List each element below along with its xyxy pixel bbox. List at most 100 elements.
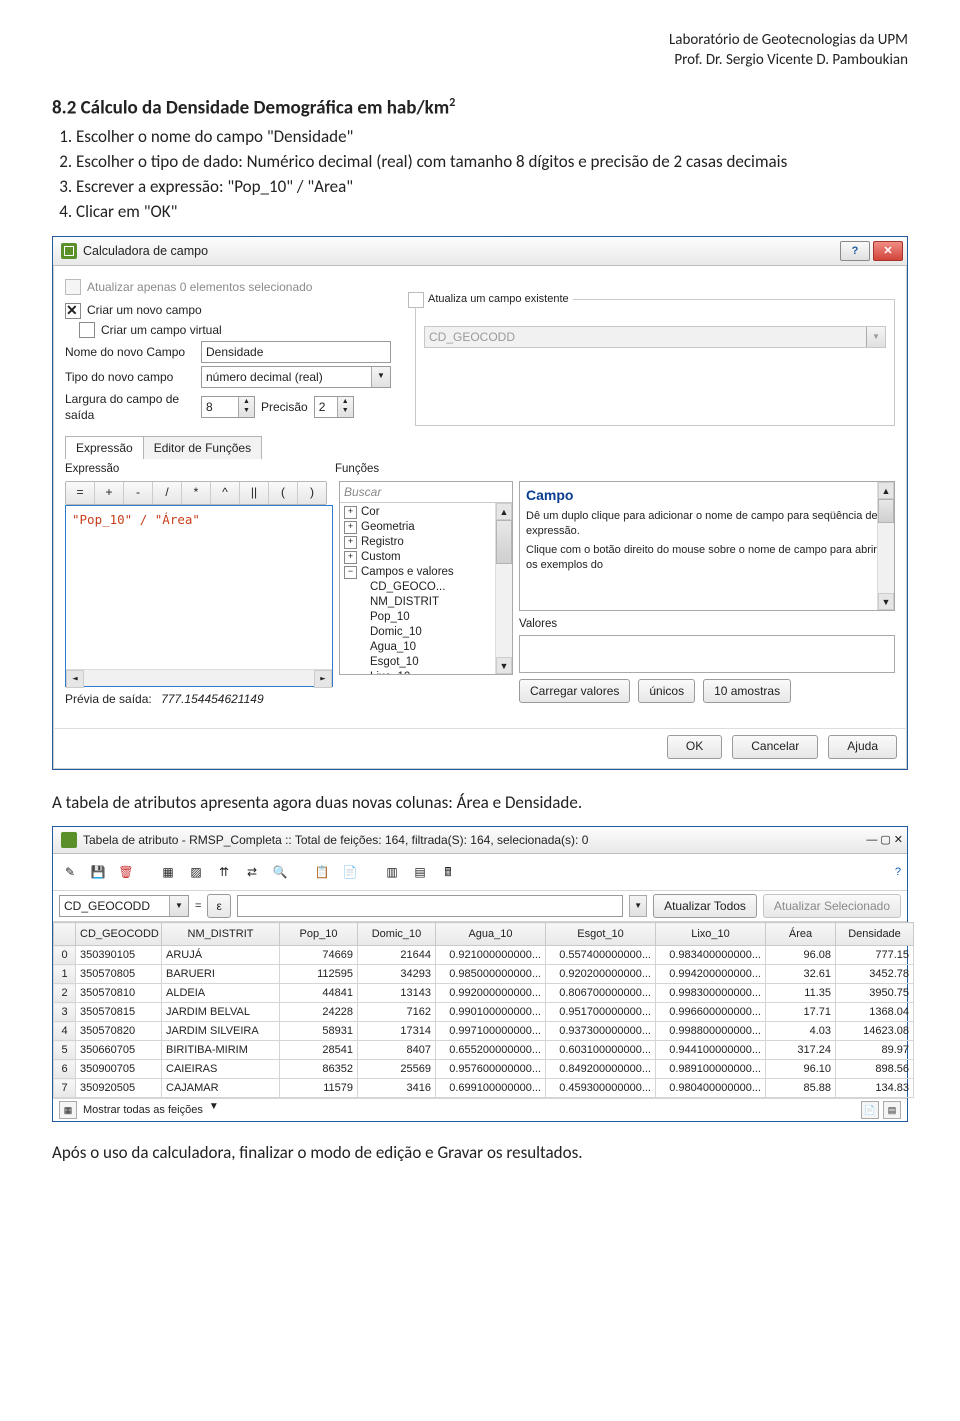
unique-values-button[interactable]: únicos	[638, 679, 695, 703]
close-button[interactable]: ✕	[873, 241, 903, 261]
show-all-features-label[interactable]: Mostrar todas as feições	[83, 1103, 203, 1118]
values-box	[519, 635, 895, 673]
op-button[interactable]: ^	[211, 482, 240, 504]
save-icon[interactable]: 💾	[87, 861, 109, 883]
filter-field-select[interactable]: CD_GEOCODD▼	[59, 895, 189, 917]
tree-leaf[interactable]: Pop_10	[342, 610, 510, 625]
cell: 25569	[358, 1060, 436, 1079]
unselect-icon[interactable]: ▨	[185, 861, 207, 883]
update-all-button[interactable]: Atualizar Todos	[653, 894, 757, 918]
equals-label: =	[195, 899, 201, 914]
ok-button[interactable]: OK	[667, 735, 722, 759]
move-top-icon[interactable]: ⇈	[213, 861, 235, 883]
output-width-spinner[interactable]: 8▲▼	[201, 396, 255, 418]
column-header[interactable]: Lixo_10	[656, 923, 766, 946]
tree-leaf[interactable]: CD_GEOCO...	[342, 580, 510, 595]
column-header[interactable]: CD_GEOCODD	[76, 923, 162, 946]
op-button[interactable]: )	[298, 482, 326, 504]
new-field-type-select[interactable]: número decimal (real)▼	[201, 366, 391, 388]
sample-values-button[interactable]: 10 amostras	[703, 679, 791, 703]
help-button[interactable]: ?	[840, 241, 870, 261]
op-button[interactable]: +	[95, 482, 124, 504]
op-button[interactable]: /	[153, 482, 182, 504]
paste-icon[interactable]: 📄	[339, 861, 361, 883]
chevron-down-icon[interactable]: ▼	[629, 895, 647, 917]
cell: 85.88	[766, 1079, 836, 1098]
table-row[interactable]: 2350570810ALDEIA44841131430.992000000000…	[54, 984, 914, 1003]
create-new-field-checkbox[interactable]	[65, 303, 81, 319]
attribute-table[interactable]: CD_GEOCODDNM_DISTRITPop_10Domic_10Agua_1…	[53, 922, 914, 1098]
cancel-button[interactable]: Cancelar	[732, 735, 818, 759]
header-line2: Prof. Dr. Sergio Vicente D. Pamboukian	[52, 50, 908, 70]
tree-group[interactable]: +Geometria	[342, 520, 510, 535]
help-link[interactable]: ?	[895, 865, 901, 880]
virtual-field-checkbox[interactable]	[79, 322, 95, 338]
tree-leaf[interactable]: Agua_10	[342, 640, 510, 655]
cell: 86352	[280, 1060, 358, 1079]
table-row[interactable]: 7350920505CAJAMAR1157934160.699100000000…	[54, 1079, 914, 1098]
op-button[interactable]: ||	[240, 482, 269, 504]
column-header[interactable]: Domic_10	[358, 923, 436, 946]
functions-subheader: Funções	[335, 461, 505, 477]
new-field-name-input[interactable]: Densidade	[201, 341, 391, 363]
table-row[interactable]: 1350570805BARUERI112595342930.9850000000…	[54, 965, 914, 984]
table-row[interactable]: 0350390105ARUJÁ74669216440.921000000000.…	[54, 946, 914, 965]
horizontal-scrollbar[interactable]: ◄►	[66, 669, 332, 686]
table-row[interactable]: 3350570815JARDIM BELVAL2422871620.990100…	[54, 1003, 914, 1022]
cell: 0.459300000000...	[546, 1079, 656, 1098]
op-button[interactable]: -	[124, 482, 153, 504]
column-header[interactable]: Densidade	[836, 923, 914, 946]
tab-expression[interactable]: Expressão	[65, 436, 144, 459]
tree-group[interactable]: +Cor	[342, 505, 510, 520]
table-row[interactable]: 6350900705CAIEIRAS86352255690.9576000000…	[54, 1060, 914, 1079]
copy-icon[interactable]: 📋	[311, 861, 333, 883]
tree-leaf[interactable]: NM_DISTRIT	[342, 595, 510, 610]
cell: 0.849200000000...	[546, 1060, 656, 1079]
calc-icon[interactable]: 🖩	[437, 861, 459, 883]
column-header[interactable]: Área	[766, 923, 836, 946]
expression-textarea[interactable]: "Pop_10" / "Área" ◄►	[65, 505, 333, 687]
tree-group[interactable]: +Custom	[342, 550, 510, 565]
cell: 11579	[280, 1079, 358, 1098]
tree-leaf[interactable]: Lixo_10	[342, 670, 510, 674]
op-button[interactable]: *	[182, 482, 211, 504]
select-icon[interactable]: ▦	[157, 861, 179, 883]
tab-function-editor[interactable]: Editor de Funções	[143, 436, 262, 459]
cell: 17314	[358, 1022, 436, 1041]
zoom-icon[interactable]: 🔍	[269, 861, 291, 883]
close-button[interactable]: ✕	[894, 833, 903, 848]
minimize-button[interactable]: —	[866, 833, 877, 848]
vertical-scrollbar[interactable]: ▲▼	[495, 503, 512, 674]
table-row[interactable]: 4350570820JARDIM SILVEIRA58931173140.997…	[54, 1022, 914, 1041]
expression-builder-button[interactable]: ε	[207, 894, 230, 918]
filter-icon[interactable]: ▦	[59, 1101, 77, 1119]
functions-tree[interactable]: Buscar +Cor+Geometria+Registro+Custom−Ca…	[339, 481, 513, 675]
tree-group[interactable]: −Campos e valores	[342, 565, 510, 580]
load-values-button[interactable]: Carregar valores	[519, 679, 630, 703]
tree-leaf[interactable]: Esgot_10	[342, 655, 510, 670]
new-col-icon[interactable]: ▤	[409, 861, 431, 883]
invert-icon[interactable]: ⇄	[241, 861, 263, 883]
op-button[interactable]: (	[269, 482, 298, 504]
column-header[interactable]: Esgot_10	[546, 923, 656, 946]
plus-icon: +	[344, 506, 357, 519]
delete-col-icon[interactable]: ▥	[381, 861, 403, 883]
table-row[interactable]: 5350660705BIRITIBA-MIRIM2854184070.65520…	[54, 1041, 914, 1060]
cell: 0.806700000000...	[546, 984, 656, 1003]
tree-leaf[interactable]: Domic_10	[342, 625, 510, 640]
edit-icon[interactable]: ✎	[59, 861, 81, 883]
help-button[interactable]: Ajuda	[828, 735, 897, 759]
column-header[interactable]: Agua_10	[436, 923, 546, 946]
tree-group[interactable]: +Registro	[342, 535, 510, 550]
op-button[interactable]: =	[66, 482, 95, 504]
table-view-icon[interactable]: ▤	[883, 1101, 901, 1119]
column-header[interactable]	[54, 923, 76, 946]
delete-icon[interactable]: 🗑	[115, 861, 137, 883]
maximize-button[interactable]: ▢	[880, 833, 890, 848]
filter-expression-input[interactable]	[237, 895, 623, 917]
form-view-icon[interactable]: 📄	[861, 1101, 879, 1119]
column-header[interactable]: NM_DISTRIT	[162, 923, 280, 946]
column-header[interactable]: Pop_10	[280, 923, 358, 946]
search-input[interactable]: Buscar	[340, 482, 512, 503]
precision-spinner[interactable]: 2▲▼	[314, 396, 354, 418]
